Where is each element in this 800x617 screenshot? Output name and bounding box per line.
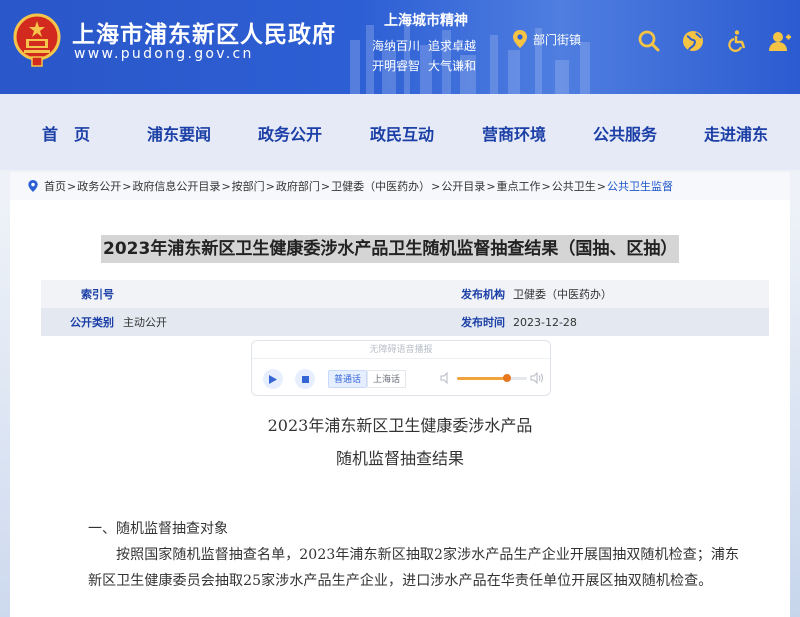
nav-item-about-pudong[interactable]: 走进浦东 [704, 121, 768, 145]
breadcrumb-separator: > [541, 179, 551, 193]
section-paragraph: 按照国家随机监督抽查名单，2023年浦东新区抽取2家涉水产品生产企业开展国抽双随… [88, 547, 740, 589]
accessibility-icon[interactable] [725, 29, 749, 53]
dept-street-label: 部门街镇 [533, 32, 582, 47]
city-spirit-phrase: 海纳百川 [372, 39, 421, 53]
meta-value-category: 主动公开 [123, 316, 167, 329]
stop-icon [301, 375, 309, 383]
document-title-line: 随机监督抽查结果 [335, 449, 464, 468]
volume-slider-fill [457, 377, 508, 380]
article-title: 2023年浦东新区卫生健康委涉水产品卫生随机监督抽查结果（国抽、区抽） [101, 235, 680, 263]
volume-slider-handle[interactable] [503, 374, 512, 382]
breadcrumb-link[interactable]: 政务公开 [77, 178, 121, 194]
breadcrumb-link[interactable]: 按部门 [232, 178, 265, 194]
article-meta-table: 索引号 发布机构 卫健委（中医药办） 公开类别 主动公开 发布时间 2023-1… [41, 280, 769, 336]
play-icon [269, 374, 277, 384]
national-emblem-logo [13, 13, 61, 67]
section-heading: 一、随机监督抽查对象 [88, 521, 228, 537]
meta-label-publisher: 发布机构 [461, 288, 505, 301]
city-spirit-line: 开明睿智 大气谦和 [372, 56, 484, 76]
globe-icon[interactable] [681, 29, 705, 53]
breadcrumb-separator: > [122, 179, 132, 193]
meta-value-publisher: 卫健委（中医药办） [513, 288, 612, 301]
nav-item-public-services[interactable]: 公共服务 [593, 121, 657, 145]
breadcrumb-link[interactable]: 重点工作 [497, 178, 541, 194]
breadcrumb-link[interactable]: 政府部门 [276, 178, 320, 194]
lang-mandarin-button[interactable]: 普通话 [328, 370, 368, 388]
meta-label-date: 发布时间 [461, 316, 505, 329]
meta-row: 公开类别 主动公开 发布时间 2023-12-28 [41, 308, 769, 336]
meta-row: 索引号 发布机构 卫健委（中医药办） [41, 280, 769, 308]
breadcrumb-separator: > [221, 179, 231, 193]
search-icon[interactable] [637, 29, 661, 53]
breadcrumb-separator: > [431, 179, 441, 193]
article-body: 一、随机监督抽查对象 按照国家随机监督抽查名单，2023年浦东新区抽取2家涉水产… [88, 516, 748, 594]
breadcrumb-link[interactable]: 公开目录 [441, 178, 485, 194]
article-content: 2023年浦东新区卫生健康委涉水产品卫生随机监督抽查结果（国抽、区抽） 索引号 … [10, 200, 790, 617]
city-spirit-title: 上海城市精神 [384, 13, 468, 29]
dept-street-link[interactable]: 部门街镇 [513, 30, 581, 48]
lang-shanghainese-button[interactable]: 上海话 [367, 370, 407, 388]
audio-player-title: 无障碍语音播报 [252, 341, 550, 359]
city-spirit-phrase: 追求卓越 [428, 39, 477, 53]
audio-player: 无障碍语音播报 普通话 上海话 [251, 340, 551, 396]
breadcrumb-separator: > [596, 179, 606, 193]
breadcrumb-current[interactable]: 公共卫生监督 [607, 178, 673, 194]
document-title: 2023年浦东新区卫生健康委涉水产品 随机监督抽查结果 [10, 409, 790, 475]
site-url: www.pudong.gov.cn [74, 46, 254, 62]
breadcrumb-separator: > [265, 179, 275, 193]
breadcrumb-link[interactable]: 政府信息公开目录 [132, 178, 220, 194]
location-pin-icon [28, 180, 38, 192]
location-pin-icon [513, 30, 527, 48]
meta-label-index: 索引号 [81, 288, 114, 301]
user-icon[interactable] [768, 29, 792, 53]
document-title-line: 2023年浦东新区卫生健康委涉水产品 [267, 416, 533, 435]
main-nav: 首 页 浦东要闻 政务公开 政民互动 营商环境 公共服务 走进浦东 [0, 94, 800, 170]
breadcrumb-separator: > [67, 179, 77, 193]
city-spirit-phrase: 开明睿智 [372, 59, 421, 73]
breadcrumb: 首页 > 政务公开 > 政府信息公开目录 > 按部门 > 政府部门 > 卫健委（中医药办）… [10, 172, 790, 200]
nav-item-gov-affairs[interactable]: 政务公开 [258, 121, 322, 145]
breadcrumb-link[interactable]: 公共卫生 [552, 178, 596, 194]
breadcrumb-link[interactable]: 首页 [44, 178, 66, 194]
play-button[interactable] [263, 369, 283, 389]
city-spirit: 上海城市精神 海纳百川 追求卓越 开明睿智 大气谦和 [372, 10, 484, 76]
site-header: 上海市浦东新区人民政府 www.pudong.gov.cn 上海城市精神 海纳百… [0, 0, 800, 94]
volume-high-icon[interactable] [530, 372, 544, 384]
meta-label-category: 公开类别 [70, 316, 114, 329]
meta-value-date: 2023-12-28 [513, 315, 577, 329]
nav-item-business[interactable]: 营商环境 [482, 121, 546, 145]
breadcrumb-link[interactable]: 卫健委（中医药办） [331, 178, 430, 194]
breadcrumb-separator: > [486, 179, 496, 193]
volume-slider[interactable] [457, 374, 527, 382]
nav-item-interaction[interactable]: 政民互动 [370, 121, 434, 145]
site-title[interactable]: 上海市浦东新区人民政府 [72, 15, 336, 49]
breadcrumb-separator: > [320, 179, 331, 193]
nav-item-pudong-news[interactable]: 浦东要闻 [147, 121, 211, 145]
nav-item-home[interactable]: 首 页 [42, 121, 90, 145]
city-spirit-phrase: 大气谦和 [428, 59, 477, 73]
stop-button[interactable] [295, 369, 315, 389]
city-spirit-line: 海纳百川 追求卓越 [372, 36, 484, 56]
volume-low-icon[interactable] [440, 372, 452, 384]
